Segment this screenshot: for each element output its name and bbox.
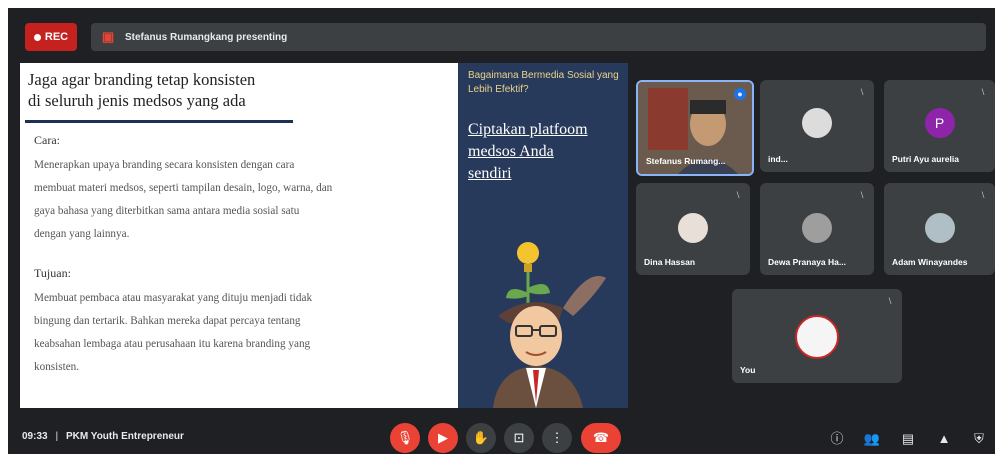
slide-side-heading: Ciptakan platfoom medsos Anda sendiri (468, 119, 626, 185)
slide-title-underline (25, 120, 293, 123)
info-icon[interactable]: ⓘ (828, 430, 846, 448)
cara-heading: Cara: (34, 133, 60, 147)
participant-name: Dina Hassan (644, 257, 696, 267)
participant-name: Putri Ayu aurelia (892, 154, 959, 164)
bottom-bar: 09:33 | PKM Youth Entrepreneur 🎙 ▶ ✋ ⊡ ⋮… (8, 410, 995, 454)
people-icon[interactable]: 👥 (863, 430, 881, 448)
camera-off-icon: ▶ (438, 430, 448, 445)
mic-off-icon: ⧵ (888, 296, 892, 306)
raise-hand-icon: ✋ (472, 430, 490, 445)
end-call-button[interactable]: ☎ (581, 423, 621, 453)
activities-icon[interactable]: ▲ (935, 430, 953, 448)
end-call-icon: ☎ (592, 430, 610, 445)
tujuan-line: bingung dan tertarik. Bahkan mereka dapa… (34, 315, 301, 327)
participant-tile-self[interactable]: ⧵ You (732, 289, 902, 383)
present-screen-icon: ⊡ (513, 430, 525, 445)
tujuan-line: keabsahan lembaga atau perusahaan itu ka… (34, 338, 311, 350)
slide-title: Jaga agar branding tetap konsisten di se… (28, 69, 298, 111)
cara-line: Menerapkan upaya branding secara konsist… (34, 159, 295, 171)
presenting-banner: ▣ Stefanus Rumangkang presenting (91, 23, 986, 51)
slide-side-heading-line: medsos Anda (468, 143, 554, 160)
top-bar: REC ▣ Stefanus Rumangkang presenting (8, 8, 995, 56)
avatar (678, 213, 708, 243)
avatar (802, 213, 832, 243)
slide-side-heading-line: Ciptakan platfoom (468, 121, 588, 138)
participant-tile[interactable]: ⧵ P Putri Ayu aurelia (884, 80, 995, 172)
cara-text: Menerapkan upaya branding secara konsist… (34, 154, 452, 246)
mic-off-icon: ⧵ (981, 190, 985, 200)
speaking-indicator-icon: ● (734, 88, 746, 100)
slide-main-panel: Jaga agar branding tetap konsisten di se… (20, 63, 458, 408)
tujuan-heading: Tujuan: (34, 266, 71, 280)
participant-name: ind... (768, 154, 788, 164)
slide-title-line-1: Jaga agar branding tetap konsisten (28, 70, 256, 89)
tujuan-line: Membuat pembaca atau masyarakat yang dit… (34, 292, 313, 304)
slide-side-question: Bagaimana Bermedia Sosial yang Lebih Efe… (468, 70, 619, 95)
participant-name: Adam Winayandes (892, 257, 968, 267)
recording-dot-icon (33, 33, 41, 41)
avatar (802, 108, 832, 138)
raise-hand-button[interactable]: ✋ (466, 423, 496, 453)
slide-side-heading-line: sendiri (468, 165, 512, 182)
tujuan-line: konsisten. (34, 361, 80, 373)
participant-tile[interactable]: ⧵ Adam Winayandes (884, 183, 995, 275)
more-options-icon: ⋮ (550, 430, 564, 445)
mic-off-icon: ⧵ (860, 87, 864, 97)
meeting-name[interactable]: PKM Youth Entrepreneur (66, 431, 184, 442)
participant-tile[interactable]: ⧵ Dewa Pranaya Ha... (760, 183, 874, 275)
present-now-button[interactable]: ⊡ (504, 423, 534, 453)
idea-person-illustration (493, 242, 606, 408)
clock-time: 09:33 (22, 431, 48, 442)
avatar: P (924, 108, 955, 138)
meet-window: REC ▣ Stefanus Rumangkang presenting Jag… (8, 8, 995, 454)
mic-off-icon: ⧵ (736, 190, 740, 200)
slide-side-panel: Bagaimana Bermedia Sosial yang Lebih Efe… (458, 63, 628, 408)
mic-off-icon: ⧵ (981, 87, 985, 97)
avatar (924, 213, 955, 243)
cara-line: dengan yang lainnya. (34, 228, 130, 240)
chat-icon[interactable]: ▤ (899, 430, 917, 448)
separator: | (55, 431, 59, 442)
participant-tile[interactable]: ⧵ Dina Hassan (636, 183, 750, 275)
cara-line: membuat materi medsos, seperti tampilan … (34, 182, 333, 194)
meeting-details: 09:33 | PKM Youth Entrepreneur (22, 431, 184, 442)
participant-tile[interactable]: ⧵ ind... (760, 80, 874, 172)
presenting-text: Stefanus Rumangkang presenting (125, 31, 288, 43)
slide-body: Cara: Menerapkan upaya branding secara k… (34, 133, 452, 379)
participant-name: Dewa Pranaya Ha... (768, 257, 846, 267)
tujuan-text: Membuat pembaca atau masyarakat yang dit… (34, 287, 452, 379)
participant-name: You (740, 365, 756, 375)
host-controls-icon[interactable]: ⛨ (970, 430, 988, 448)
mic-off-icon: ⧵ (860, 190, 864, 200)
participant-tile[interactable]: ● Stefanus Rumang... (636, 80, 754, 176)
presentation-slide: Jaga agar branding tetap konsisten di se… (20, 63, 628, 408)
avatar (795, 315, 839, 359)
slide-title-line-2: di seluruh jenis medsos yang ada (28, 91, 246, 110)
recording-badge[interactable]: REC (25, 23, 77, 51)
camera-toggle-button[interactable]: ▶ (428, 423, 458, 453)
more-options-button[interactable]: ⋮ (542, 423, 572, 453)
mic-toggle-button[interactable]: 🎙 (390, 423, 420, 453)
present-screen-icon: ▣ (101, 29, 115, 44)
mic-off-icon: 🎙 (396, 430, 414, 445)
cara-line: gaya bahasa yang diterbitkan sama antara… (34, 205, 300, 217)
recording-label: REC (44, 31, 69, 43)
participant-name: Stefanus Rumang... (646, 156, 726, 166)
